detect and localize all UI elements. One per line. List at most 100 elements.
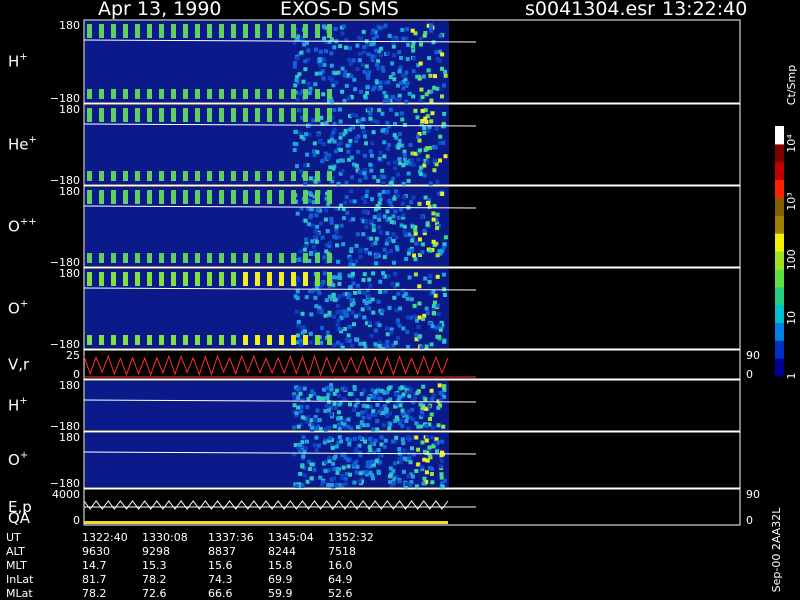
spectrogram-cell xyxy=(410,446,414,451)
spectrogram-cell xyxy=(315,224,320,229)
spectrogram-cell xyxy=(435,179,440,184)
table-cell: 81.7 xyxy=(82,573,107,586)
spectrogram-cell xyxy=(411,94,416,99)
spectrogram-cell xyxy=(361,278,366,282)
spectrogram-cell xyxy=(347,392,352,397)
spectrogram-cell xyxy=(393,189,398,194)
spectrogram-cell xyxy=(319,221,323,226)
axis-top-tick: 4000 xyxy=(52,488,80,501)
spectrogram-cell xyxy=(343,386,348,391)
spectrogram-cell xyxy=(328,436,333,441)
panel-label: V,r xyxy=(8,356,30,374)
spectrogram-cell xyxy=(441,140,446,145)
spectrogram-cell xyxy=(348,402,352,407)
band-lower xyxy=(111,253,116,263)
spectrogram-cell xyxy=(363,167,368,172)
spectrogram-cell xyxy=(381,343,386,348)
spectrogram-cell xyxy=(340,345,345,350)
band-lower xyxy=(87,335,92,345)
table-row-label: MLT xyxy=(6,559,27,572)
band-lower xyxy=(255,253,260,263)
spectrogram-cell xyxy=(374,261,379,266)
band-upper xyxy=(255,24,260,38)
spectrogram-cell xyxy=(406,426,411,431)
spectrogram-cell xyxy=(427,279,432,284)
spectrogram-cell xyxy=(401,469,406,474)
spectrogram-cell xyxy=(332,391,337,396)
spectrogram-cell xyxy=(417,138,422,143)
spectrogram-cell xyxy=(309,476,314,481)
spectrogram-cell xyxy=(406,474,411,479)
spectrogram-cell xyxy=(438,464,443,469)
colorbar-segment xyxy=(775,161,784,181)
band-lower xyxy=(279,171,284,181)
spectrogram-cell xyxy=(309,462,314,467)
band-upper xyxy=(315,190,320,204)
spectrogram-cell xyxy=(401,392,406,397)
spectrogram-cell xyxy=(328,165,333,170)
spectrogram-cell xyxy=(299,342,304,347)
spectrogram-cell xyxy=(307,467,312,471)
spectrogram-cell xyxy=(382,140,387,145)
spectrogram-cell xyxy=(338,44,343,49)
panel-4: V,r 250900 xyxy=(8,349,760,381)
band-upper xyxy=(219,272,224,286)
spectrogram-cell xyxy=(381,423,386,428)
spectrogram-cell xyxy=(370,54,375,58)
spectrogram-cell xyxy=(406,171,411,176)
spectrogram-cell xyxy=(368,149,373,154)
table-row-label: UT xyxy=(6,531,21,544)
band-lower xyxy=(327,171,332,181)
band-upper xyxy=(219,24,224,38)
spectrogram-cell xyxy=(300,415,305,420)
band-lower xyxy=(219,89,224,99)
spectrogram-cell xyxy=(332,476,336,481)
spectrogram-cell xyxy=(394,112,399,117)
spectrogram-cell xyxy=(436,311,441,316)
spectrogram-cell xyxy=(312,152,317,157)
spectrogram-cell xyxy=(302,473,307,478)
colorbar-segment xyxy=(775,197,784,216)
spectrogram-cell xyxy=(345,210,350,215)
spectrogram-cell xyxy=(327,459,332,464)
spectrogram-cell xyxy=(442,385,446,390)
spectrogram-cell xyxy=(379,435,384,440)
spectrogram-cell xyxy=(367,277,372,282)
spectrogram-cell xyxy=(428,181,433,186)
spectrogram-cell xyxy=(430,111,435,116)
spectrogram-cell xyxy=(349,189,354,194)
spectrogram-cell xyxy=(299,409,304,414)
spectrogram-cell xyxy=(429,98,434,103)
spectrogram-cell xyxy=(317,57,322,62)
spectrogram-cell xyxy=(382,390,387,395)
band-upper xyxy=(231,24,236,38)
spectrogram-cell xyxy=(303,59,308,64)
spectrogram-cell xyxy=(365,42,370,47)
band-lower xyxy=(255,171,260,181)
spectrogram-cell xyxy=(387,142,392,147)
spectrogram-cell xyxy=(390,61,395,66)
spectrogram-cell xyxy=(307,91,312,95)
spectrogram-cell xyxy=(377,217,382,222)
band-lower xyxy=(279,89,284,99)
spectrogram-cell xyxy=(412,397,417,401)
spectrogram-cell xyxy=(412,303,417,308)
spectrogram-cell xyxy=(360,62,365,67)
spectrogram-cell xyxy=(429,342,434,347)
spectrogram-cell xyxy=(347,58,352,62)
table-cell: 64.9 xyxy=(328,573,353,586)
spectrogram-cell xyxy=(405,27,410,32)
spectrogram-cell xyxy=(337,327,342,331)
spectrogram-cell xyxy=(413,228,418,233)
spectrogram-cell xyxy=(397,395,402,400)
spectrogram-cell xyxy=(376,448,381,453)
spectrogram-cell xyxy=(419,87,424,92)
panel-1: He+180−180 xyxy=(8,103,741,187)
spectrogram-cell xyxy=(300,484,305,489)
panel-label-superscript: + xyxy=(20,450,28,461)
spectrogram-cell xyxy=(440,192,445,196)
spectrogram-cell xyxy=(419,464,424,469)
spectrogram-cell xyxy=(397,447,402,451)
spectrogram-cell xyxy=(313,295,318,300)
band-upper xyxy=(207,108,212,122)
